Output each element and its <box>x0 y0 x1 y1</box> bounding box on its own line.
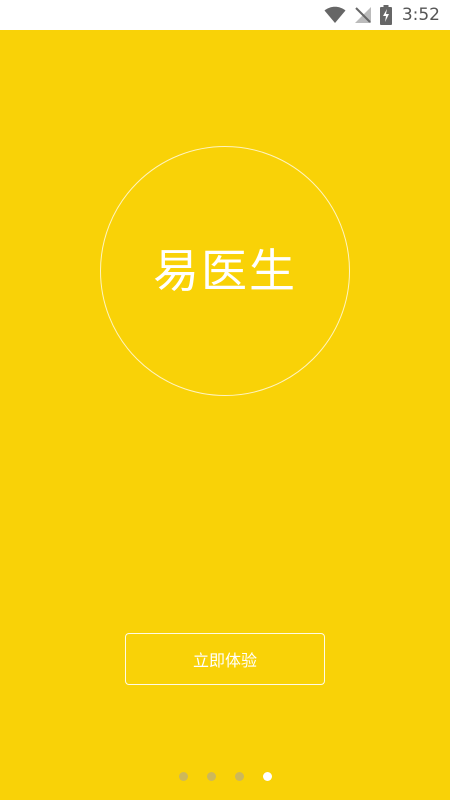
logo-circle: 易医生 <box>100 146 350 396</box>
page-indicator <box>0 769 450 783</box>
page-dot-1[interactable] <box>178 771 188 781</box>
status-bar: 3:52 <box>0 0 450 30</box>
no-signal-icon <box>354 6 372 24</box>
page-dot-4-active[interactable] <box>262 771 272 781</box>
app-title: 易医生 <box>153 244 297 298</box>
phone-screen: 3:52 易医生 立即体验 <box>0 0 450 800</box>
start-experience-button[interactable]: 立即体验 <box>125 633 325 685</box>
battery-charging-icon <box>379 5 392 25</box>
page-dot-3[interactable] <box>234 771 244 781</box>
wifi-icon <box>324 6 346 24</box>
page-dot-2[interactable] <box>206 771 216 781</box>
status-icons: 3:52 <box>324 0 440 30</box>
status-time: 3:52 <box>401 5 440 25</box>
splash-page: 易医生 立即体验 <box>0 30 450 800</box>
